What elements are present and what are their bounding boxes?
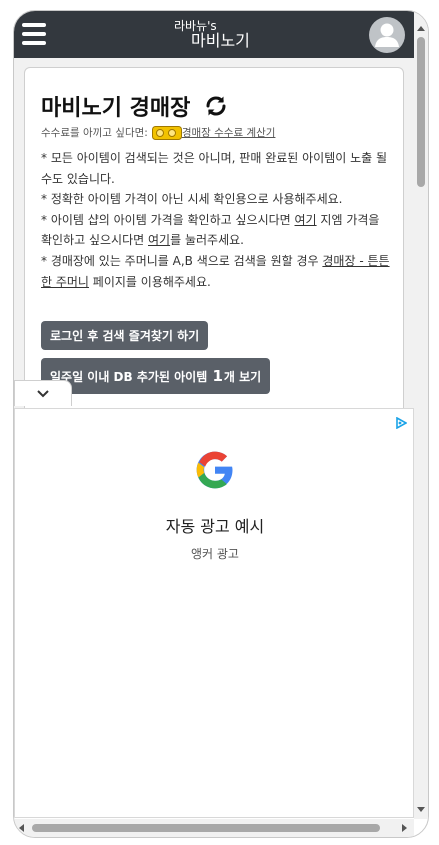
main-content: 마비노기 경매장 수수료를 아끼고 싶다면: 경매장 수수료 계산기 * 모든 … (14, 58, 414, 411)
brand-big-text: 마비노기 (191, 31, 250, 50)
recent-items-prefix: 일주일 이내 DB 추가된 아이템 (50, 369, 208, 384)
hamburger-icon[interactable] (22, 23, 46, 45)
adchoices-icon[interactable] (395, 417, 407, 429)
fee-prefix: 수수료를 아끼고 싶다면: (41, 127, 148, 139)
note-item: * 모든 아이템이 검색되는 것은 아니며, 판매 완료된 아이템이 노출 될 … (41, 151, 388, 186)
note-text: * 아이템 샵의 아이템 가격을 확인하고 싶으시다면 (41, 212, 295, 227)
fee-calculator-link[interactable]: 경매장 수수료 계산기 (182, 125, 276, 140)
gold-coin-icon (151, 125, 182, 140)
vertical-scroll-thumb[interactable] (417, 37, 425, 187)
note-item: * 경매장에 있는 주머니를 A,B 색으로 검색을 원할 경우 경매장 - 튼… (41, 251, 393, 292)
user-avatar-icon[interactable] (369, 17, 405, 53)
recent-items-button[interactable]: 일주일 이내 DB 추가된 아이템 1개 보기 (41, 358, 271, 394)
note-item: * 정확한 아이템 가격이 아닌 시세 확인용으로 사용해주세요. (41, 192, 343, 207)
title-row: 마비노기 경매장 (41, 90, 228, 122)
device-frame: 라바뉴's 마비노기 마비노기 경매장 수수료를 아끼고 싶다면: 경매장 수수… (13, 10, 429, 838)
horizontal-scroll-thumb[interactable] (32, 824, 380, 832)
google-logo (196, 451, 233, 489)
scroll-left-arrow-icon[interactable] (18, 824, 26, 832)
horizontal-scrollbar[interactable] (14, 819, 414, 837)
refresh-icon[interactable] (204, 94, 228, 118)
login-favorite-button[interactable]: 로그인 후 검색 즐겨찾기 하기 (41, 321, 209, 350)
anchor-ad[interactable]: 자동 광고 예시 앵커 광고 (14, 408, 414, 818)
note-item: * 아이템 샵의 아이템 가격을 확인하고 싶으시다면 여기 지엠 가격을 확인… (41, 210, 393, 251)
note-text: * 경매장에 있는 주머니를 A,B 색으로 검색을 원할 경우 (41, 253, 323, 268)
fee-calculator-row: 수수료를 아끼고 싶다면: 경매장 수수료 계산기 (41, 125, 275, 140)
top-navbar: 라바뉴's 마비노기 (14, 11, 414, 58)
notes-list: * 모든 아이템이 검색되는 것은 아니며, 판매 완료된 아이템이 노출 될 … (41, 148, 393, 292)
ad-title: 자동 광고 예시 (165, 517, 265, 536)
scroll-right-arrow-icon[interactable] (400, 824, 408, 832)
gm-price-link[interactable]: 여기 (148, 233, 170, 247)
recent-items-suffix: 개 보기 (223, 369, 262, 384)
chevron-down-icon (37, 389, 49, 397)
site-brand[interactable]: 라바뉴's 마비노기 (174, 20, 250, 49)
vertical-scrollbar[interactable] (414, 11, 428, 819)
scroll-up-arrow-icon[interactable] (417, 25, 425, 33)
ad-subtitle: 앵커 광고 (191, 547, 239, 561)
note-text: 페이지를 이용해주세요. (88, 274, 211, 289)
scroll-down-arrow-icon[interactable] (417, 805, 425, 813)
auction-card: 마비노기 경매장 수수료를 아끼고 싶다면: 경매장 수수료 계산기 * 모든 … (24, 67, 404, 411)
note-text: 를 눌러주세요. (170, 233, 244, 248)
ad-collapse-button[interactable] (14, 380, 72, 406)
recent-items-count: 1 (212, 367, 223, 385)
page-title: 마비노기 경매장 (41, 96, 191, 121)
itemshop-price-link[interactable]: 여기 (295, 213, 317, 227)
